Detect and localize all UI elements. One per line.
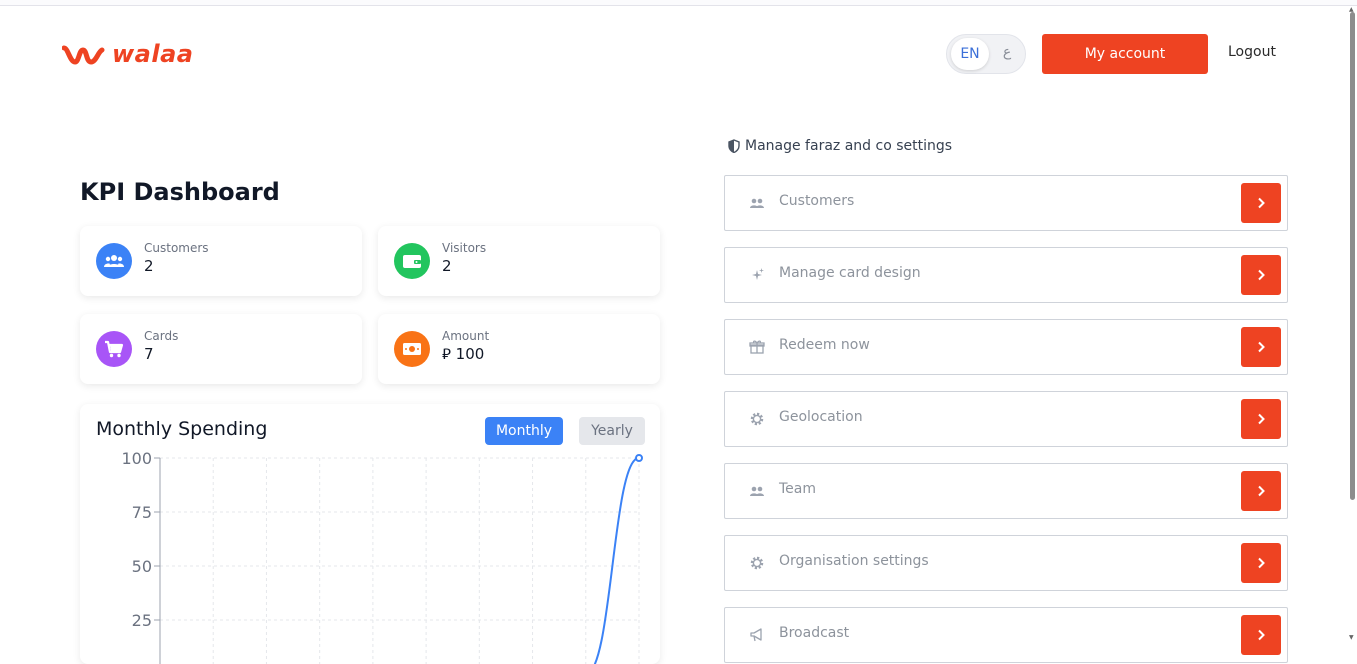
lang-option-en[interactable]: EN xyxy=(951,38,989,70)
kpi-value: 2 xyxy=(442,257,452,275)
walaa-logo[interactable]: walaa xyxy=(62,40,193,68)
my-account-button[interactable]: My account xyxy=(1042,34,1208,74)
kpi-card-customers: Customers 2 xyxy=(80,226,362,296)
browser-top-edge xyxy=(0,0,1357,6)
users-icon xyxy=(750,198,764,208)
kpi-label: Cards xyxy=(144,329,179,343)
chart-grid xyxy=(160,457,640,664)
settings-item-manage-card-design[interactable]: Manage card design xyxy=(724,247,1288,303)
settings-item-label: Broadcast xyxy=(779,625,850,641)
spending-series-line xyxy=(593,457,640,664)
kpi-label: Amount xyxy=(442,329,490,343)
kpi-card-amount: Amount ⃁ 100 xyxy=(378,314,660,384)
walaa-logo-mark-icon xyxy=(62,45,105,65)
settings-item-label: Customers xyxy=(779,193,855,209)
settings-item-geolocation[interactable]: Geolocation xyxy=(724,391,1288,447)
scrollbar-thumb[interactable] xyxy=(1350,12,1355,500)
logout-link[interactable]: Logout xyxy=(1228,44,1276,60)
settings-item-label: Manage card design xyxy=(779,265,921,281)
chevron-right-icon[interactable] xyxy=(1241,327,1281,367)
sparkles-icon xyxy=(752,268,764,280)
wallet-icon xyxy=(394,243,430,279)
settings-item-label: Team xyxy=(779,481,817,497)
kpi-value: 7 xyxy=(144,345,154,363)
language-toggle[interactable]: EN ع xyxy=(946,34,1026,74)
users-icon xyxy=(96,243,132,279)
kpi-card-cards: Cards 7 xyxy=(80,314,362,384)
scroll-down-arrow-icon[interactable]: ▼ xyxy=(1349,634,1354,641)
settings-item-redeem-now[interactable]: Redeem now xyxy=(724,319,1288,375)
page-title: KPI Dashboard xyxy=(80,178,280,206)
kpi-label: Customers xyxy=(144,241,209,255)
settings-item-label: Geolocation xyxy=(779,409,863,425)
y-tick-label: 25 xyxy=(132,611,152,630)
gift-icon xyxy=(749,340,765,354)
settings-item-customers[interactable]: Customers xyxy=(724,175,1288,231)
cart-icon xyxy=(96,331,132,367)
lang-option-ar[interactable]: ع xyxy=(995,44,1019,60)
logo-wordmark: walaa xyxy=(112,40,194,68)
chart-points xyxy=(635,454,643,462)
settings-item-label: Redeem now xyxy=(779,337,870,353)
megaphone-icon xyxy=(750,628,762,642)
chevron-right-icon[interactable] xyxy=(1241,471,1281,511)
chevron-right-icon[interactable] xyxy=(1241,399,1281,439)
y-tick-label: 50 xyxy=(132,557,152,576)
y-tick-label: 100 xyxy=(121,449,152,468)
page-scrollbar[interactable]: ▲ ▼ xyxy=(1347,6,1357,647)
shield-icon xyxy=(728,139,740,153)
settings-item-label: Organisation settings xyxy=(779,553,929,569)
kpi-card-visitors: Visitors 2 xyxy=(378,226,660,296)
settings-item-organisation-settings[interactable]: Organisation settings xyxy=(724,535,1288,591)
chevron-right-icon[interactable] xyxy=(1241,615,1281,655)
monthly-toggle-button[interactable]: Monthly xyxy=(485,417,563,445)
spending-line-chart: 100 75 50 25 xyxy=(121,449,643,664)
chart-title: Monthly Spending xyxy=(96,418,268,440)
gear-icon xyxy=(750,412,764,426)
money-icon xyxy=(394,331,430,367)
settings-heading-text: Manage faraz and co settings xyxy=(745,138,953,154)
settings-item-team[interactable]: Team xyxy=(724,463,1288,519)
kpi-value: 2 xyxy=(144,257,154,275)
kpi-value: ⃁ 100 xyxy=(442,345,485,363)
chevron-right-icon[interactable] xyxy=(1241,255,1281,295)
chevron-right-icon[interactable] xyxy=(1241,543,1281,583)
settings-item-broadcast[interactable]: Broadcast xyxy=(724,607,1288,663)
chart-y-ticks: 100 75 50 25 xyxy=(121,449,160,630)
yearly-toggle-button[interactable]: Yearly xyxy=(579,417,645,445)
gear-icon xyxy=(750,556,764,570)
y-tick-label: 75 xyxy=(132,503,152,522)
chevron-right-icon[interactable] xyxy=(1241,183,1281,223)
chart-point xyxy=(635,454,643,462)
monthly-spending-card: Monthly Spending Monthly Yearly 100 75 50 2… xyxy=(80,404,660,664)
users-icon xyxy=(750,486,764,496)
kpi-label: Visitors xyxy=(442,241,487,255)
settings-heading: Manage faraz and co settings xyxy=(728,138,952,154)
